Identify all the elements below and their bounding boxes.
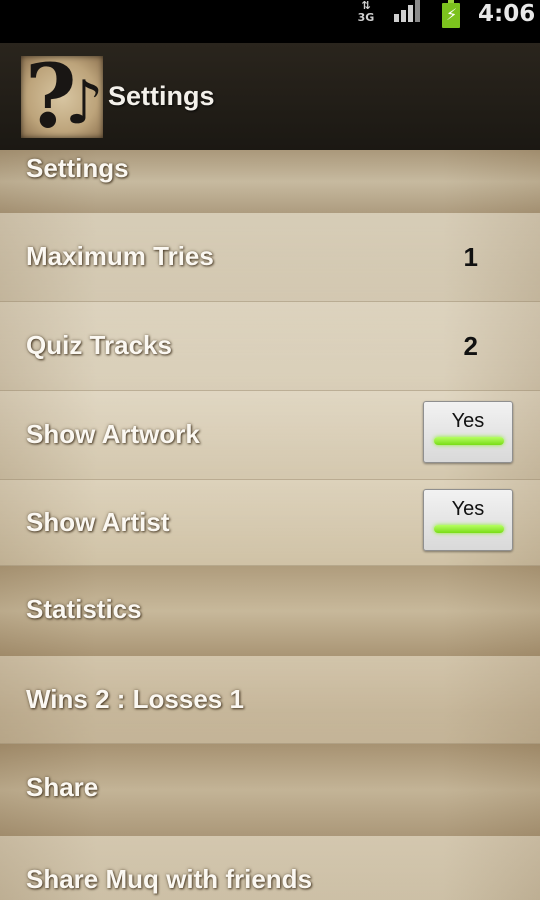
network-3g-icon: ⇅ 3G	[354, 0, 378, 26]
show-artist-toggle[interactable]: Yes	[423, 489, 513, 551]
show-artwork-toggle[interactable]: Yes	[423, 401, 513, 463]
settings-list: Settings Maximum Tries 1 Quiz Tracks 2 S…	[0, 150, 540, 900]
app-screen: ⇅ 3G ⚡ 4:06 ? ♪ Settings Settings Maximu…	[0, 0, 540, 900]
setting-maximum-tries[interactable]: Maximum Tries 1	[0, 213, 540, 302]
share-with-friends-item[interactable]: Share Muq with friends	[0, 836, 540, 900]
section-header-statistics: Statistics	[0, 566, 540, 656]
quiz-tracks-value: 2	[463, 331, 478, 361]
show-artist-toggle-text: Yes	[451, 498, 485, 520]
maximum-tries-value: 1	[463, 242, 478, 272]
page-title: Settings	[108, 81, 215, 111]
setting-show-artwork[interactable]: Show Artwork Yes	[0, 391, 540, 480]
quiz-tracks-label: Quiz Tracks	[26, 330, 172, 360]
share-with-friends-label: Share Muq with friends	[26, 864, 313, 894]
maximum-tries-label: Maximum Tries	[26, 241, 214, 271]
section-header-label: Statistics	[26, 594, 142, 624]
toggle-on-indicator	[434, 525, 504, 533]
battery-charging-icon: ⚡	[442, 0, 460, 28]
section-header-label: Share	[26, 772, 99, 802]
show-artwork-toggle-text: Yes	[451, 410, 485, 432]
toggle-on-indicator	[434, 437, 504, 445]
section-header-share: Share	[0, 744, 540, 836]
section-header-settings: Settings	[0, 150, 540, 213]
network-type-label: 3G	[357, 11, 375, 24]
status-clock: 4:06	[478, 1, 536, 27]
setting-quiz-tracks[interactable]: Quiz Tracks 2	[0, 302, 540, 391]
setting-show-artist[interactable]: Show Artist Yes	[0, 480, 540, 566]
app-logo-icon[interactable]: ? ♪	[21, 56, 103, 138]
statistics-summary: Wins 2 : Losses 1	[0, 656, 540, 744]
signal-strength-icon	[394, 0, 422, 22]
show-artwork-label: Show Artwork	[26, 419, 200, 449]
status-bar: ⇅ 3G ⚡ 4:06	[0, 0, 540, 43]
show-artist-label: Show Artist	[26, 507, 170, 537]
action-bar: ? ♪ Settings	[0, 43, 540, 150]
section-header-label: Settings	[26, 153, 129, 183]
wins-losses-text: Wins 2 : Losses 1	[26, 684, 244, 714]
